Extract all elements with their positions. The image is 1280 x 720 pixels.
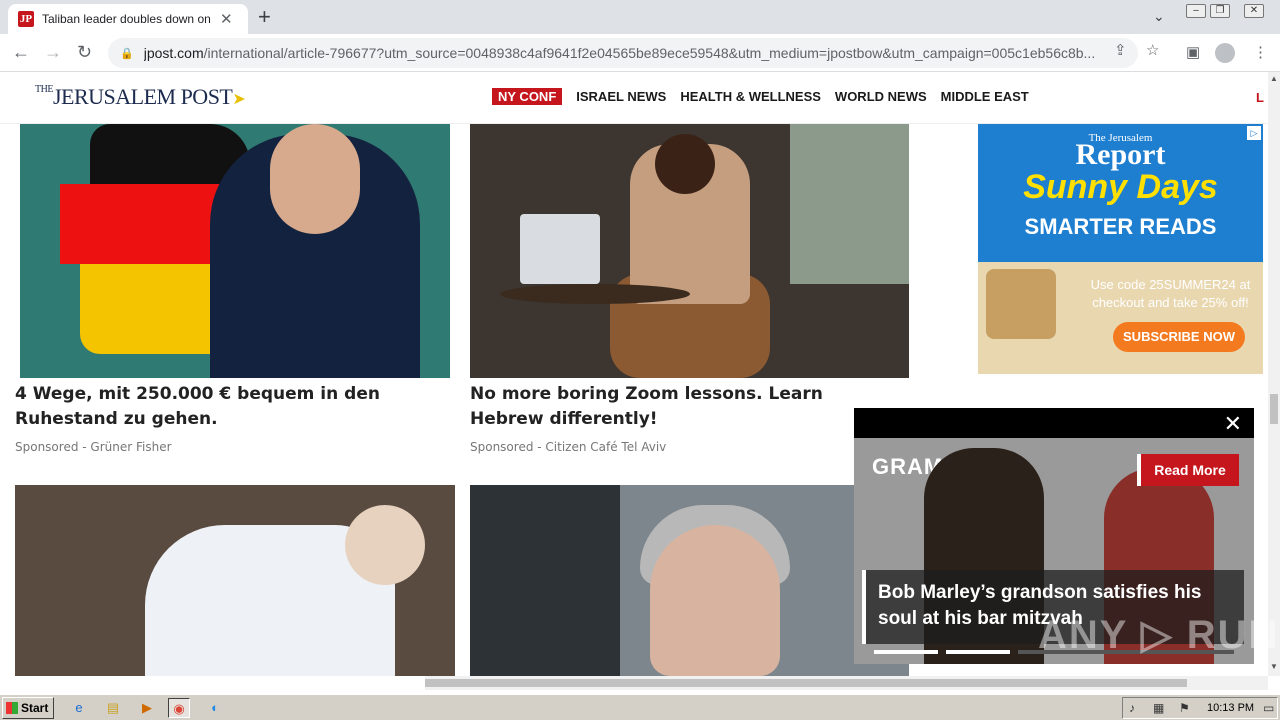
sponsored-label-1[interactable]: Sponsored - Grüner Fisher [15,440,172,454]
profile-avatar-icon[interactable] [1215,43,1235,63]
sponsored-image-old-man[interactable] [15,485,455,676]
jerusalem-report-ad[interactable]: ▷ The Jerusalem Report Sunny Days SMARTE… [978,124,1263,374]
progress-segment [874,650,938,654]
volume-icon[interactable]: ♪ [1129,701,1135,715]
anyrun-watermark: ANY ▷ RUN [1038,613,1280,657]
windows-taskbar: Start e ▤ ▶ ◉ ◐ ♪ ▦ ⚑ 10:13 PM ▭ [0,694,1280,720]
menu-kebab-icon[interactable]: ⋮ [1253,43,1268,61]
site-header: THEJERUSALEM POST➤ NY CONF ISRAEL NEWS H… [0,72,1268,124]
clock: 10:13 PM [1207,702,1255,714]
main-nav: NY CONF ISRAEL NEWS HEALTH & WELLNESS WO… [492,88,1029,105]
tab-close-icon[interactable]: ✕ [220,10,233,28]
jpost-favicon-icon: JP [18,11,34,27]
browser-tab[interactable]: JP Taliban leader doubles down on treat … [8,4,248,34]
edge-icon[interactable]: ◐ [204,698,226,718]
start-button[interactable]: Start [2,697,54,719]
popup-close-icon[interactable]: ✕ [1224,412,1242,436]
lock-icon: 🔒 [120,47,134,60]
system-tray: ♪ ▦ ⚑ 10:13 PM ▭ [1122,697,1278,719]
horizontal-scroll-thumb[interactable] [425,679,1187,687]
sponsored-headline-2[interactable]: No more boring Zoom lessons. Learn Hebre… [470,382,900,432]
progress-segment [946,650,1010,654]
ad-promo-text: Use code 25SUMMER24 at checkout and take… [1090,277,1251,310]
site-logo[interactable]: THEJERUSALEM POST➤ [35,84,246,110]
address-bar[interactable]: 🔒 jpost.com/international/article-796677… [108,38,1138,68]
forward-arrow-icon[interactable]: → [44,42,62,62]
read-more-button[interactable]: Read More [1137,454,1239,486]
vertical-scroll-thumb[interactable] [1270,394,1278,424]
ad-headline: Sunny Days [1023,168,1218,206]
scroll-up-icon[interactable]: ▲ [1270,74,1278,83]
media-player-icon[interactable]: ▶ [136,698,158,718]
ad-beach-bag-image [986,269,1056,339]
ad-brand-main: Report [1075,138,1166,171]
window-close-button[interactable]: ✕ [1244,4,1264,18]
ad-subscribe-button[interactable]: SUBSCRIBE NOW [1113,322,1245,352]
sponsored-label-2[interactable]: Sponsored - Citizen Café Tel Aviv [470,440,666,454]
tab-search-chevron-icon[interactable]: ⌄ [1153,8,1165,25]
network-icon[interactable]: ▦ [1153,701,1164,715]
ie-icon[interactable]: e [68,698,90,718]
windows-flag-icon [6,702,18,714]
url-text[interactable]: jpost.com/international/article-796677?u… [144,45,1104,61]
sponsored-image-old-woman[interactable] [470,485,909,676]
mouse-cursor-icon: ➤ [232,91,246,108]
restore-button[interactable]: ❐ [1210,4,1230,18]
nav-item-israel-news[interactable]: ISRAEL NEWS [576,89,666,104]
minimize-button[interactable]: – [1186,4,1206,18]
sponsored-image-cafe[interactable] [470,124,909,378]
chrome-icon[interactable]: ◉ [168,698,190,718]
reload-icon[interactable]: ↻ [77,42,92,62]
side-panel-icon[interactable]: ▣ [1186,43,1200,61]
back-arrow-icon[interactable]: ← [12,42,30,62]
browser-tab-strip: JP Taliban leader doubles down on treat … [0,0,1280,34]
folder-icon[interactable]: ▤ [102,698,124,718]
tab-title: Taliban leader doubles down on treat [42,12,214,26]
security-icon[interactable]: ⚑ [1179,701,1190,715]
vertical-scrollbar[interactable]: ▲ ▼ [1268,72,1280,676]
show-desktop-icon[interactable]: ▭ [1263,701,1274,715]
horizontal-scrollbar[interactable] [0,676,1268,690]
nav-item-health-wellness[interactable]: HEALTH & WELLNESS [680,89,821,104]
sponsored-headline-1[interactable]: 4 Wege, mit 250.000 € bequem in den Ruhe… [15,382,445,432]
ad-subhead: SMARTER READS [1024,214,1217,239]
scroll-down-icon[interactable]: ▼ [1270,662,1278,671]
share-icon[interactable]: ⇪ [1114,41,1127,59]
new-tab-button[interactable]: + [258,6,271,28]
nav-item-ny-conf[interactable]: NY CONF [492,88,563,105]
sponsored-image-germany[interactable] [20,124,450,378]
nav-item-world-news[interactable]: WORLD NEWS [835,89,927,104]
nav-item-middle-east[interactable]: MIDDLE EAST [941,89,1029,104]
bookmark-star-icon[interactable]: ☆ [1146,41,1159,59]
nav-item-truncated[interactable]: L [1256,90,1264,105]
browser-toolbar: ← → ↻ 🔒 jpost.com/international/article-… [0,34,1280,72]
